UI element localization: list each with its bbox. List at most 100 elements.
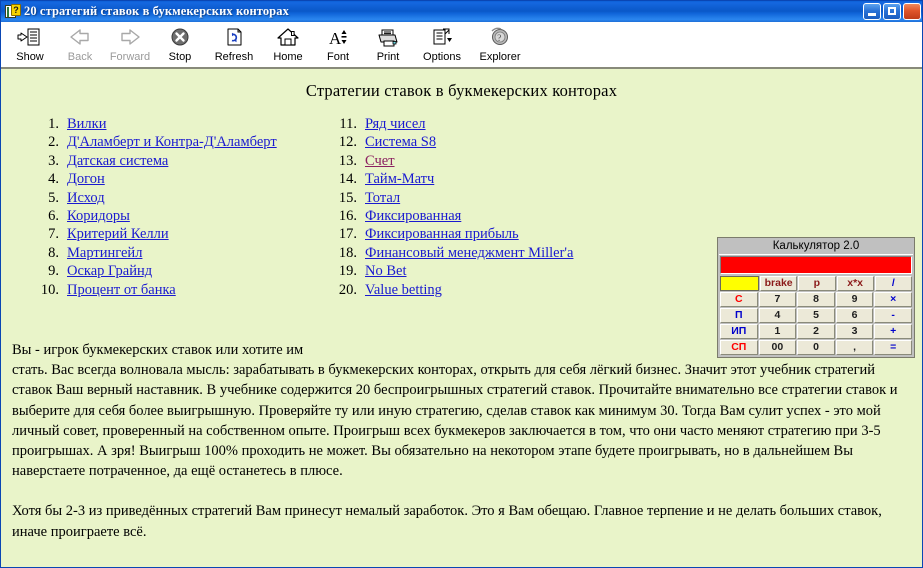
print-button[interactable]: Print (363, 24, 413, 68)
list-item-number: 18. (338, 244, 357, 261)
list-item-number: 2. (48, 134, 59, 151)
list-item: 9. Оскар Грайнд (31, 262, 277, 280)
strategy-link[interactable]: Догон (67, 170, 105, 188)
list-item: 3. Датская система (31, 152, 277, 170)
calc-minus-key[interactable]: - (874, 308, 912, 323)
options-icon (429, 26, 455, 50)
strategy-link[interactable]: Коридоры (67, 207, 130, 225)
list-item-number: 5. (48, 189, 59, 206)
close-button[interactable] (903, 3, 921, 20)
help-book-icon: ? (4, 3, 21, 20)
list-item-number: 9. (48, 263, 59, 280)
body-paragraph: Хотя бы 2-3 из приведённых стратегий Вам… (12, 503, 882, 540)
calc-entry-field[interactable] (720, 276, 760, 291)
print-icon (375, 26, 401, 50)
list-item-number: 15. (338, 189, 357, 206)
page-title: Стратегии ставок в букмекерских конторах (305, 81, 618, 100)
stop-icon (167, 26, 193, 50)
calc-6-key[interactable]: 6 (835, 308, 874, 323)
font-icon: A (325, 26, 351, 50)
list-item: 17. Фиксированная прибыль (329, 225, 573, 243)
list-item: 10. Процент от банка (31, 281, 277, 299)
calc-clear-key[interactable]: С (720, 292, 758, 307)
back-button[interactable]: Back (55, 24, 105, 68)
svg-text:A: A (329, 29, 342, 48)
strategy-link[interactable]: Критерий Келли (67, 225, 169, 243)
minimize-button[interactable] (863, 3, 881, 20)
calc-square-key[interactable]: x*x (836, 276, 874, 291)
list-item-number: 10. (40, 281, 59, 298)
list-item-number: 4. (48, 171, 59, 188)
calc-divide-key[interactable]: / (874, 276, 913, 291)
strategy-link[interactable]: Фиксированная (365, 207, 461, 225)
calc-2-key[interactable]: 2 (797, 324, 835, 339)
calc-1-key[interactable]: 1 (758, 324, 797, 339)
strategy-link[interactable]: Тайм-Матч (365, 170, 434, 188)
strategy-link[interactable]: Счет (365, 152, 395, 170)
calc-memory-store-key[interactable]: П (720, 308, 758, 323)
calc-multiply-key[interactable]: × (874, 292, 912, 307)
forward-button[interactable]: Forward (105, 24, 155, 68)
strategy-link[interactable]: Д'Аламберт и Контра-Д'Аламберт (67, 133, 277, 151)
strategy-link[interactable]: Датская система (67, 152, 168, 170)
refresh-button[interactable]: Refresh (205, 24, 263, 68)
refresh-button-label: Refresh (214, 51, 254, 63)
strategy-link[interactable]: Финансовый менеджмент Miller'a (365, 244, 573, 262)
print-button-label: Print (376, 51, 400, 63)
calculator-key-row: П456- (720, 308, 912, 323)
strategy-link[interactable]: Value betting (365, 281, 442, 299)
stop-button[interactable]: Stop (155, 24, 205, 68)
strategy-link[interactable]: No Bet (365, 262, 406, 280)
show-button[interactable]: Show (5, 24, 55, 68)
title-bar: ? 20 стратегий ставок в букмекерских кон… (1, 1, 922, 22)
calculator-key-row: ИП 1 2 3 + (720, 324, 912, 339)
list-item-number: 8. (48, 244, 59, 261)
font-button-label: Font (326, 51, 349, 63)
strategy-link[interactable]: Оскар Грайнд (67, 262, 152, 280)
calc-memory-recall-key[interactable]: ИП (720, 324, 758, 339)
calc-4-key[interactable]: 4 (758, 308, 797, 323)
list-item-number: 14. (338, 171, 357, 188)
calc-plus-key[interactable]: + (874, 324, 912, 339)
list-item: 19. No Bet (329, 262, 573, 280)
list-item-number: 7. (48, 226, 59, 243)
calc-9-key[interactable]: 9 (835, 292, 874, 307)
question-mark-glyph: ? (11, 3, 21, 16)
strategy-link[interactable]: Исход (67, 189, 105, 207)
explorer-button-label: Explorer (479, 51, 521, 63)
list-item-number: 19. (338, 263, 357, 280)
options-button[interactable]: Options (413, 24, 471, 68)
strategy-link[interactable]: Мартингейл (67, 244, 142, 262)
font-button[interactable]: A Font (313, 24, 363, 68)
body-paragraph: Вы - игрок букмекерских ставок или хотит… (12, 342, 898, 480)
list-item: 15. Тотал (329, 189, 573, 207)
calc-7-key[interactable]: 7 (758, 292, 797, 307)
home-button-label: Home (273, 51, 303, 63)
show-button-label: Show (16, 51, 44, 63)
strategy-link[interactable]: Система S8 (365, 133, 436, 151)
calc-p-key[interactable]: p (798, 276, 836, 291)
list-item: 14. Тайм-Матч (329, 170, 573, 188)
list-item: 18. Финансовый менеджмент Miller'a (329, 244, 574, 262)
calc-5-key[interactable]: 5 (797, 308, 835, 323)
explorer-button[interactable]: ? Explorer (471, 24, 529, 68)
strategy-link[interactable]: Ряд чисел (365, 115, 426, 133)
calc-brake-key[interactable]: brake (760, 276, 798, 291)
list-item-number: 1. (48, 116, 59, 132)
list-item: 5. Исход (31, 189, 277, 207)
maximize-button[interactable] (883, 3, 901, 20)
calc-3-key[interactable]: 3 (835, 324, 874, 339)
window-title: 20 стратегий ставок в букмекерских конто… (24, 4, 289, 18)
strategy-link[interactable]: Фиксированная прибыль (365, 225, 519, 243)
list-item: 8. Мартингейл (31, 244, 277, 262)
strategy-link[interactable]: Вилки (67, 115, 106, 133)
strategy-list-right: 11. Ряд чисел 12. Система S8 13. Счет 14. Тайм-… (329, 115, 574, 299)
strategy-link[interactable]: Процент от банка (67, 281, 176, 299)
back-button-label: Back (67, 51, 93, 63)
home-button[interactable]: Home (263, 24, 313, 68)
calculator-key-row: С 7 8 9 × (720, 292, 912, 307)
strategy-link[interactable]: Тотал (365, 189, 400, 207)
list-item: 11. Ряд чисел (329, 115, 573, 133)
calc-8-key[interactable]: 8 (797, 292, 835, 307)
svg-text:?: ? (497, 33, 501, 43)
